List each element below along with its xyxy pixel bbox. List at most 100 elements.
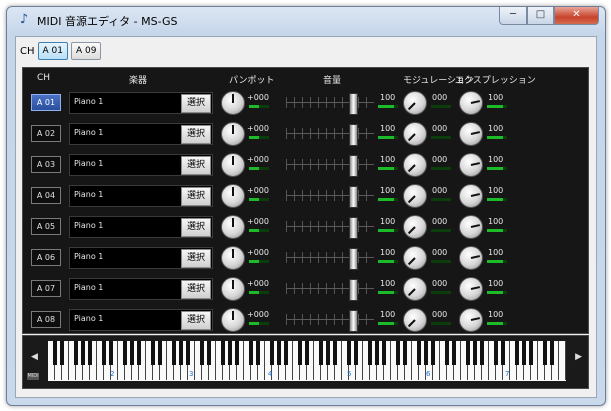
black-key[interactable] [473,341,477,365]
pan-knob[interactable] [221,91,245,115]
black-key[interactable] [74,341,78,365]
white-key[interactable] [559,341,566,380]
channel-button[interactable]: A 02 [31,125,61,142]
select-instrument-button[interactable]: 選択 [181,311,211,330]
modulation-knob[interactable] [403,153,427,177]
black-key[interactable] [298,341,302,365]
select-instrument-button[interactable]: 選択 [181,249,211,268]
black-key[interactable] [53,341,57,365]
close-button[interactable]: ✕ [554,7,599,25]
black-key[interactable] [522,341,526,365]
expression-knob[interactable] [459,91,483,115]
expression-knob[interactable] [459,153,483,177]
select-instrument-button[interactable]: 選択 [181,125,211,144]
black-key[interactable] [123,341,127,365]
channel-button[interactable]: A 01 [31,94,61,111]
channel-button[interactable]: A 04 [31,187,61,204]
black-key[interactable] [172,341,176,365]
black-key[interactable] [60,341,64,365]
black-key[interactable] [403,341,407,365]
black-key[interactable] [256,341,260,365]
bank-a01-button[interactable]: A 01 [37,42,68,60]
volume-slider-thumb[interactable] [349,248,358,270]
black-key[interactable] [431,341,435,365]
pan-knob[interactable] [221,122,245,146]
pan-knob[interactable] [221,184,245,208]
black-key[interactable] [326,341,330,365]
black-key[interactable] [137,341,141,365]
black-key[interactable] [151,341,155,365]
black-key[interactable] [158,341,162,365]
black-key[interactable] [452,341,456,365]
scroll-right-icon[interactable]: ▶ [575,352,582,362]
black-key[interactable] [333,341,337,365]
select-instrument-button[interactable]: 選択 [181,187,211,206]
black-key[interactable] [221,341,225,365]
maximize-button[interactable]: □ [527,7,554,25]
black-key[interactable] [277,341,281,365]
expression-knob[interactable] [459,215,483,239]
black-key[interactable] [186,341,190,365]
black-key[interactable] [529,341,533,365]
pan-knob[interactable] [221,277,245,301]
expression-knob[interactable] [459,184,483,208]
select-instrument-button[interactable]: 選択 [181,280,211,299]
black-key[interactable] [480,341,484,365]
modulation-knob[interactable] [403,91,427,115]
scroll-left-icon[interactable]: ◀ [31,352,38,362]
expression-knob[interactable] [459,246,483,270]
expression-knob[interactable] [459,122,483,146]
volume-slider[interactable] [286,154,374,177]
black-key[interactable] [445,341,449,365]
black-key[interactable] [347,341,351,365]
volume-slider[interactable] [286,92,374,115]
black-key[interactable] [417,341,421,365]
modulation-knob[interactable] [403,277,427,301]
pan-knob[interactable] [221,215,245,239]
volume-slider-thumb[interactable] [349,217,358,239]
volume-slider-thumb[interactable] [349,155,358,177]
piano-keys[interactable]: 2 3 4 5 6 7 [48,341,566,381]
black-key[interactable] [382,341,386,365]
black-key[interactable] [130,341,134,365]
black-key[interactable] [235,341,239,365]
black-key[interactable] [200,341,204,365]
black-key[interactable] [424,341,428,365]
select-instrument-button[interactable]: 選択 [181,94,211,113]
black-key[interactable] [102,341,106,365]
black-key[interactable] [81,341,85,365]
modulation-knob[interactable] [403,246,427,270]
expression-knob[interactable] [459,277,483,301]
black-key[interactable] [543,341,547,365]
volume-slider-thumb[interactable] [349,279,358,301]
black-key[interactable] [501,341,505,365]
select-instrument-button[interactable]: 選択 [181,156,211,175]
channel-button[interactable]: A 03 [31,156,61,173]
channel-button[interactable]: A 08 [31,311,61,328]
volume-slider-thumb[interactable] [349,93,358,115]
bank-a09-button[interactable]: A 09 [71,42,102,60]
modulation-knob[interactable] [403,215,427,239]
black-key[interactable] [368,341,372,365]
volume-slider[interactable] [286,309,374,332]
black-key[interactable] [207,341,211,365]
channel-button[interactable]: A 07 [31,280,61,297]
title-bar[interactable]: ♪ MIDI 音源エディタ - MS-GS ─ □ ✕ [7,7,605,33]
black-key[interactable] [249,341,253,365]
modulation-knob[interactable] [403,308,427,332]
pan-knob[interactable] [221,308,245,332]
black-key[interactable] [305,341,309,365]
black-key[interactable] [396,341,400,365]
channel-button[interactable]: A 06 [31,249,61,266]
black-key[interactable] [515,341,519,365]
volume-slider[interactable] [286,123,374,146]
black-key[interactable] [354,341,358,365]
volume-slider[interactable] [286,278,374,301]
volume-slider[interactable] [286,247,374,270]
modulation-knob[interactable] [403,122,427,146]
modulation-knob[interactable] [403,184,427,208]
black-key[interactable] [109,341,113,365]
select-instrument-button[interactable]: 選択 [181,218,211,237]
black-key[interactable] [550,341,554,365]
black-key[interactable] [319,341,323,365]
